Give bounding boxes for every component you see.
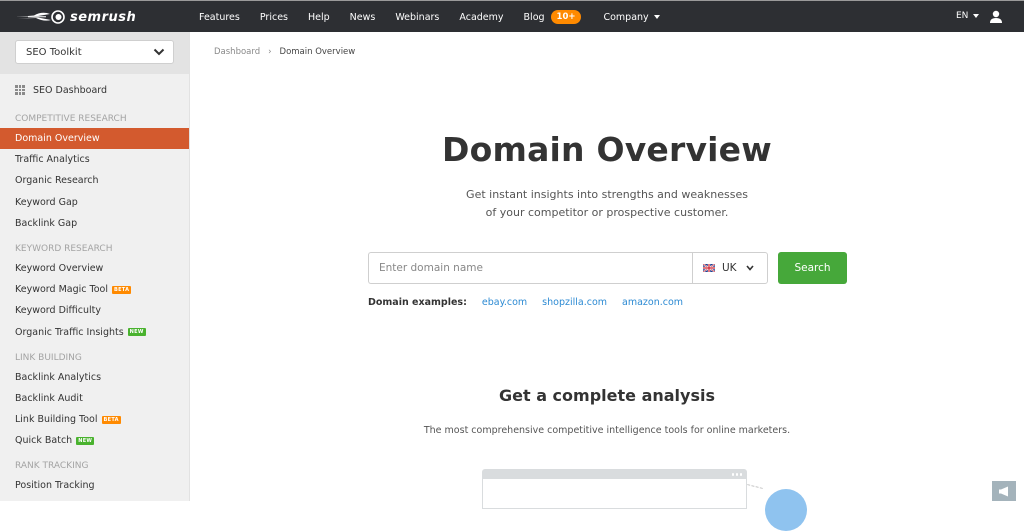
example-link-amazon[interactable]: amazon.com (622, 297, 683, 308)
sidebar-item-label: Keyword Gap (15, 196, 78, 208)
nav-prices[interactable]: Prices (260, 12, 288, 23)
sidebar-item-keyword-difficulty[interactable]: Keyword Difficulty (0, 300, 189, 321)
illustration-circle (765, 489, 807, 531)
section-keyword-research: Keyword Research (15, 243, 113, 254)
sidebar-item-keyword-overview[interactable]: Keyword Overview (0, 258, 189, 279)
page-subtitle: Get instant insights into strengths and … (190, 186, 1024, 222)
sidebar-item-label: Position Tracking (15, 480, 95, 492)
nav-news[interactable]: News (350, 12, 376, 23)
chevron-down-icon (153, 48, 165, 56)
sidebar-item-backlink-gap[interactable]: Backlink Gap (0, 213, 189, 234)
sidebar-item-label: Backlink Audit (15, 392, 83, 404)
sidebar-item-label: Backlink Gap (15, 217, 78, 229)
search-button[interactable]: Search (778, 252, 847, 284)
uk-flag-icon (703, 264, 715, 272)
beta-badge: BETA (111, 285, 132, 294)
section-competitive-research: Competitive Research (15, 114, 127, 124)
sidebar-item-label: Quick Batch (15, 435, 73, 447)
beta-badge: BETA (101, 415, 121, 424)
more-dots-icon (730, 473, 742, 476)
semrush-logo[interactable]: semrush (16, 9, 136, 25)
semrush-flame-icon (16, 10, 65, 24)
nav-webinars[interactable]: Webinars (395, 12, 439, 23)
feedback-button[interactable] (992, 481, 1016, 501)
sidebar-item-label: Domain Overview (15, 133, 100, 144)
subtitle-line-2: of your competitor or prospective custom… (485, 206, 729, 219)
breadcrumb-current: Domain Overview (279, 47, 356, 57)
chevron-down-icon (745, 265, 754, 271)
sidebar-item-organic-traffic-insights[interactable]: Organic Traffic Insights NEW (0, 322, 189, 343)
sidebar-item-label: Link Building Tool (15, 414, 98, 426)
sidebar-item-label: Traffic Analytics (15, 154, 90, 166)
example-link-ebay[interactable]: ebay.com (482, 297, 527, 308)
page-title: Domain Overview (442, 130, 772, 169)
sidebar-item-label: Keyword Magic Tool (15, 284, 108, 296)
sidebar-item-label: Keyword Overview (15, 262, 104, 274)
nav-help[interactable]: Help (308, 12, 330, 23)
illustration-window-bar (483, 470, 746, 479)
sidebar-item-organic-research[interactable]: Organic Research (0, 170, 189, 191)
sidebar-item-position-tracking[interactable]: Position Tracking (0, 475, 189, 496)
new-badge: NEW (76, 436, 95, 445)
sidebar-item-backlink-audit[interactable]: Backlink Audit (0, 388, 189, 409)
breadcrumb-separator-icon: › (268, 47, 272, 57)
toolkit-select[interactable]: SEO Toolkit (15, 40, 174, 64)
caret-down-icon (653, 15, 660, 19)
grid-icon (15, 85, 25, 95)
caret-down-icon (973, 14, 980, 18)
database-select[interactable]: UK (692, 252, 768, 284)
sidebar: SEO Toolkit SEO Dashboard Competitive Re… (0, 32, 190, 501)
top-navigation-bar: semrush Features Prices Help News Webina… (0, 0, 1024, 32)
sidebar-item-seo-dashboard[interactable]: SEO Dashboard (0, 76, 189, 104)
nav-blog[interactable]: Blog (524, 12, 545, 23)
database-label: UK (722, 262, 737, 274)
toolkit-selector-wrap: SEO Toolkit (0, 32, 189, 74)
illustration-dashed-line (747, 484, 763, 489)
nav-company-label: Company (603, 11, 649, 23)
main-nav: Features Prices Help News Webinars Acade… (199, 1, 680, 33)
domain-search-form: UK Search (368, 252, 847, 284)
sidebar-item-keyword-magic-tool[interactable]: Keyword Magic Tool BETA (0, 279, 189, 300)
sidebar-item-label: Organic Research (15, 175, 99, 187)
toolkit-label: SEO Toolkit (26, 46, 82, 58)
sidebar-item-link-building-tool[interactable]: Link Building Tool BETA (0, 409, 189, 430)
sidebar-item-quick-batch[interactable]: Quick Batch NEW (0, 430, 189, 451)
language-label: EN (956, 11, 969, 21)
user-icon[interactable] (989, 10, 1003, 24)
nav-features[interactable]: Features (199, 12, 240, 23)
sidebar-item-label: Organic Traffic Insights (15, 326, 124, 338)
breadcrumb: Dashboard › Domain Overview (214, 47, 355, 57)
sidebar-item-backlink-analytics[interactable]: Backlink Analytics (0, 367, 189, 388)
sidebar-item-label: Keyword Difficulty (15, 305, 101, 317)
sidebar-item-traffic-analytics[interactable]: Traffic Analytics (0, 149, 189, 170)
logo-text: semrush (70, 9, 137, 25)
analysis-title: Get a complete analysis (498, 386, 715, 405)
new-badge: NEW (127, 328, 146, 337)
sidebar-item-label: Backlink Analytics (15, 371, 102, 383)
megaphone-icon (999, 486, 1008, 496)
breadcrumb-dashboard[interactable]: Dashboard (214, 47, 260, 57)
examples-label: Domain examples: (368, 297, 467, 308)
example-link-shopzilla[interactable]: shopzilla.com (542, 297, 607, 308)
sidebar-item-domain-overview[interactable]: Domain Overview (0, 128, 189, 150)
domain-input[interactable] (368, 252, 692, 284)
subtitle-line-1: Get instant insights into strengths and … (466, 188, 748, 201)
analysis-subtitle: The most comprehensive competitive intel… (423, 425, 791, 436)
illustration-browser-window (482, 469, 747, 509)
sidebar-item-label: SEO Dashboard (33, 84, 108, 96)
domain-examples: Domain examples: ebay.com shopzilla.com … (368, 297, 698, 308)
language-selector[interactable]: EN (956, 11, 980, 21)
nav-academy[interactable]: Academy (459, 12, 503, 23)
section-rank-tracking: Rank Tracking (15, 461, 89, 472)
nav-company-dropdown[interactable]: Company (603, 11, 660, 23)
blog-count-badge: 10+ (550, 10, 582, 24)
sidebar-item-keyword-gap[interactable]: Keyword Gap (0, 192, 189, 213)
section-link-building: Link Building (15, 352, 82, 363)
